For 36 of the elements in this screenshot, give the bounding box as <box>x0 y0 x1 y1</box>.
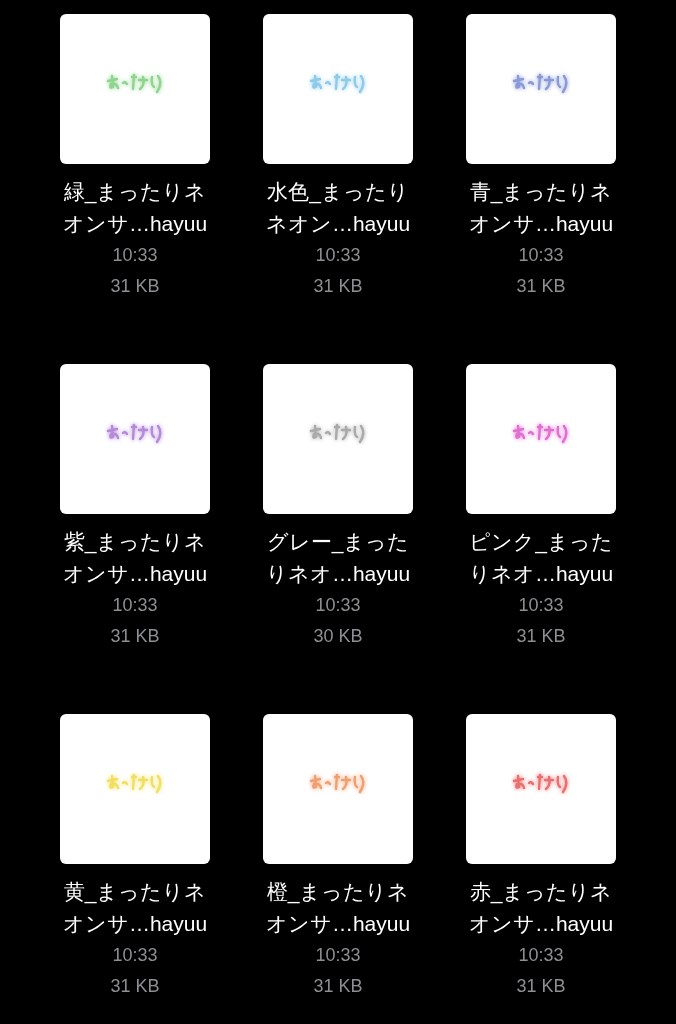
file-name: ピンク_まったりネオ…hayuu <box>467 529 615 587</box>
file-thumbnail[interactable] <box>263 364 413 514</box>
file-size: 31 KB <box>110 975 160 998</box>
file-time: 10:33 <box>112 594 158 617</box>
file-size: 30 KB <box>313 625 363 648</box>
file-time: 10:33 <box>112 244 158 267</box>
file-thumbnail[interactable] <box>60 14 210 164</box>
file-thumbnail[interactable] <box>466 714 616 864</box>
file-time: 10:33 <box>315 244 361 267</box>
file-name: 黄_まったりネオンサ…hayuu <box>61 879 209 937</box>
file-name: 赤_まったりネオンサ…hayuu <box>467 879 615 937</box>
file-time: 10:33 <box>518 594 564 617</box>
file-thumbnail[interactable] <box>466 364 616 514</box>
file-thumbnail[interactable] <box>263 714 413 864</box>
file-size: 31 KB <box>110 275 160 298</box>
file-size: 31 KB <box>313 275 363 298</box>
file-size: 31 KB <box>110 625 160 648</box>
file-time: 10:33 <box>315 944 361 967</box>
file-time: 10:33 <box>518 944 564 967</box>
file-time: 10:33 <box>518 244 564 267</box>
file-size: 31 KB <box>516 625 566 648</box>
file-thumbnail[interactable] <box>60 364 210 514</box>
file-name: 水色_まったりネオン…hayuu <box>264 179 412 237</box>
file-size: 31 KB <box>516 275 566 298</box>
file-name: 緑_まったりネオンサ…hayuu <box>61 179 209 237</box>
file-size: 31 KB <box>516 975 566 998</box>
file-size: 31 KB <box>313 975 363 998</box>
file-thumbnail[interactable] <box>466 14 616 164</box>
file-time: 10:33 <box>315 594 361 617</box>
file-name: 紫_まったりネオンサ…hayuu <box>61 529 209 587</box>
file-time: 10:33 <box>112 944 158 967</box>
file-thumbnail[interactable] <box>60 714 210 864</box>
file-thumbnail[interactable] <box>263 14 413 164</box>
file-name: グレー_まったりネオ…hayuu <box>264 529 412 587</box>
file-name: 青_まったりネオンサ…hayuu <box>467 179 615 237</box>
file-name: 橙_まったりネオンサ…hayuu <box>264 879 412 937</box>
